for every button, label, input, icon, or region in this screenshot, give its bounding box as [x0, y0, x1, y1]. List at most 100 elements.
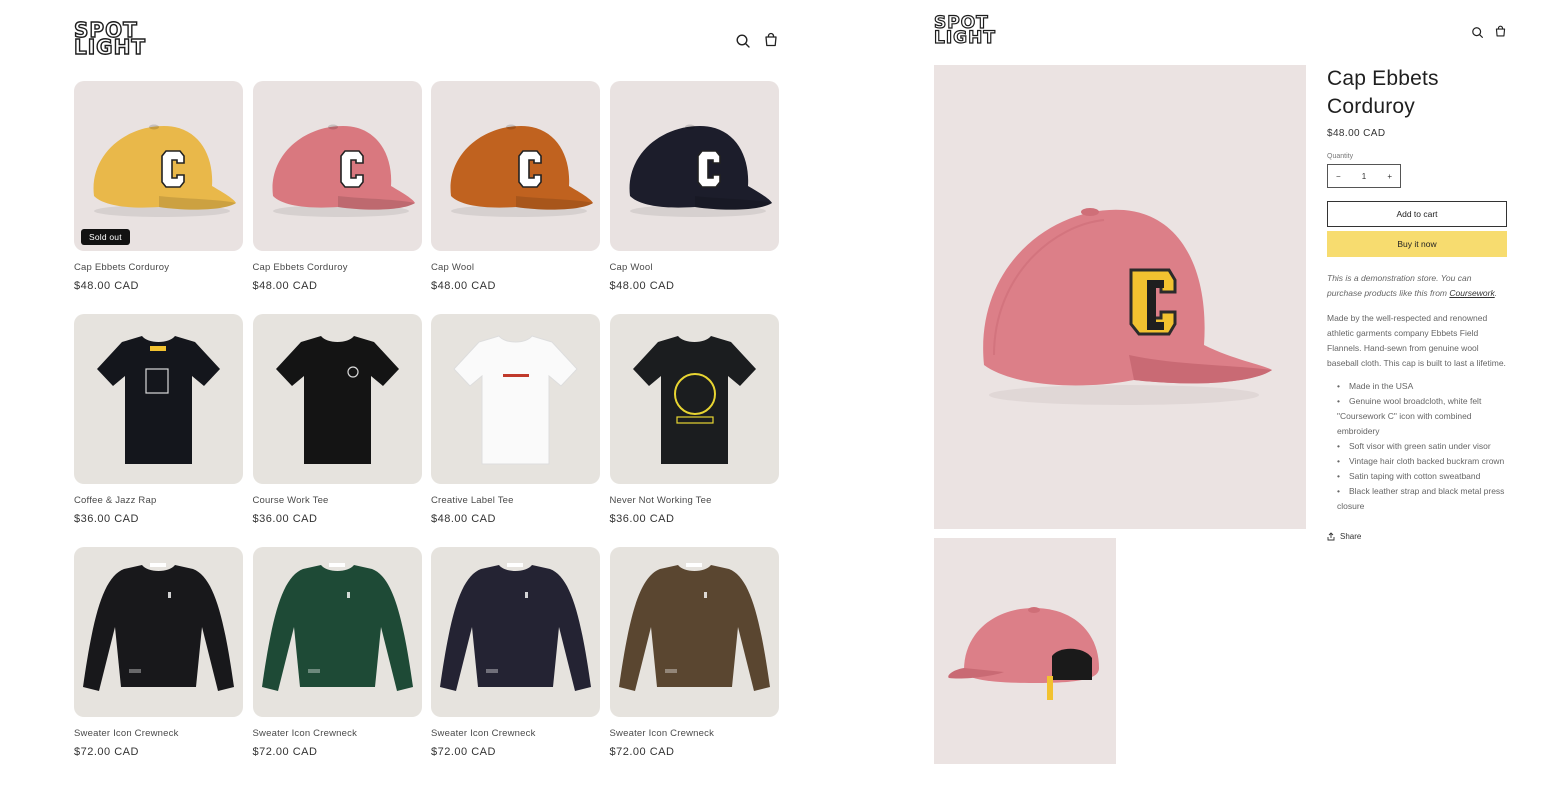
feature-text: Soft visor with green satin under visor: [1349, 441, 1491, 451]
product-image[interactable]: [609, 547, 779, 717]
tshirt-image: [275, 336, 399, 464]
product-card[interactable]: Cap Wool $48.00 CAD: [609, 81, 779, 314]
cap-image: [450, 124, 593, 217]
product-card[interactable]: Coffee & Jazz Rap $36.00 CAD: [74, 314, 243, 547]
product-image[interactable]: [609, 81, 779, 251]
demo-end: .: [1494, 288, 1498, 298]
product-image[interactable]: [74, 314, 243, 484]
product-title[interactable]: Creative Label Tee: [431, 495, 514, 506]
logo-line-2: LIGHT: [73, 35, 146, 60]
feature-text: Genuine wool broadcloth, white felt "Cou…: [1337, 396, 1482, 436]
product-card[interactable]: Creative Label Tee $48.00 CAD: [431, 314, 600, 547]
product-card[interactable]: Course Work Tee $36.00 CAD: [252, 314, 422, 547]
product-main-image[interactable]: [934, 65, 1306, 529]
quantity-label: Quantity: [1327, 153, 1354, 160]
demo-notice: This is a demonstration store. You can p…: [1327, 271, 1507, 301]
share-button[interactable]: Share: [1327, 532, 1507, 541]
feature-list-item: Soft visor with green satin under visor: [1337, 439, 1507, 454]
store-logo-product-page[interactable]: SPOT LIGHT: [933, 14, 996, 48]
buy-it-now-button[interactable]: Buy it now: [1327, 231, 1507, 257]
store-logo[interactable]: SPOT LIGHT: [73, 19, 146, 60]
coursework-link[interactable]: Coursework: [1449, 288, 1494, 298]
product-price: $72.00 CAD: [252, 746, 318, 758]
product-title[interactable]: Cap Ebbets Corduroy: [74, 262, 169, 273]
feature-text: Satin taping with cotton sweatband: [1349, 471, 1481, 481]
product-title[interactable]: Course Work Tee: [253, 495, 329, 506]
product-image[interactable]: [74, 547, 243, 717]
cap-image: [272, 124, 415, 217]
product-card[interactable]: Sweater Icon Crewneck $72.00 CAD: [74, 547, 243, 780]
product-card[interactable]: Cap Wool $48.00 CAD: [431, 81, 600, 314]
product-price: $48.00 CAD: [74, 280, 139, 292]
quantity-input[interactable]: 1: [1362, 172, 1366, 181]
product-price: $72.00 CAD: [609, 746, 675, 758]
product-card[interactable]: Sweater Icon Crewneck $72.00 CAD: [252, 547, 422, 780]
sweater-image: [261, 563, 413, 691]
product-card[interactable]: Sweater Icon Crewneck $72.00 CAD: [609, 547, 779, 780]
feature-text: Black leather strap and black metal pres…: [1337, 486, 1505, 511]
product-price: $36.00 CAD: [609, 513, 675, 525]
product-price: $72.00 CAD: [431, 746, 496, 758]
product-image[interactable]: [431, 547, 600, 717]
product-image[interactable]: [252, 314, 422, 484]
feature-list-item: Genuine wool broadcloth, white felt "Cou…: [1337, 394, 1507, 439]
quantity-increase-button[interactable]: +: [1387, 172, 1392, 181]
product-title[interactable]: Cap Ebbets Corduroy: [253, 262, 348, 273]
sold-out-badge: Sold out: [81, 229, 130, 245]
add-to-cart-button[interactable]: Add to cart: [1327, 201, 1507, 227]
product-title[interactable]: Sweater Icon Crewneck: [610, 728, 715, 739]
product-title[interactable]: Sweater Icon Crewneck: [253, 728, 358, 739]
cap-side-view-image: [983, 208, 1272, 405]
sweater-image: [618, 563, 770, 691]
quantity-stepper: − 1 +: [1327, 164, 1401, 188]
product-price: $48.00 CAD: [609, 280, 675, 292]
product-title[interactable]: Cap Wool: [431, 262, 474, 273]
tshirt-image: [632, 336, 756, 464]
product-image[interactable]: Sold out: [74, 81, 243, 251]
product-price: $48.00 CAD: [431, 513, 496, 525]
share-icon: [1327, 532, 1335, 541]
product-card[interactable]: Sweater Icon Crewneck $72.00 CAD: [431, 547, 600, 780]
product-card[interactable]: Sold out Cap Ebbets Corduroy $48.00 CAD: [74, 81, 243, 314]
product-title[interactable]: Cap Wool: [610, 262, 653, 273]
product-title[interactable]: Never Not Working Tee: [610, 495, 712, 506]
product-title[interactable]: Coffee & Jazz Rap: [74, 495, 156, 506]
feature-text: Made in the USA: [1349, 381, 1414, 391]
product-image[interactable]: [431, 314, 600, 484]
cap-image: [629, 124, 772, 217]
product-price: $48.00 CAD: [1327, 128, 1386, 139]
quantity-decrease-button[interactable]: −: [1336, 172, 1341, 181]
feature-list-item: Made in the USA: [1337, 379, 1507, 394]
product-image[interactable]: [252, 81, 422, 251]
product-image[interactable]: [609, 314, 779, 484]
sweater-image: [440, 563, 591, 691]
product-title[interactable]: Sweater Icon Crewneck: [431, 728, 536, 739]
product-info-panel: Cap Ebbets Corduroy $48.00 CAD Quantity …: [1327, 65, 1507, 541]
cap-image: [93, 124, 236, 217]
feature-list-item: Black leather strap and black metal pres…: [1337, 484, 1507, 514]
product-price: $72.00 CAD: [74, 746, 139, 758]
product-grid: Sold out Cap Ebbets Corduroy $48.00 CAD Ca…: [74, 81, 779, 780]
logo-line-2: LIGHT: [933, 27, 996, 48]
tshirt-image: [453, 335, 578, 465]
tshirt-image: [97, 336, 220, 464]
cart-icon[interactable]: [1494, 25, 1507, 38]
product-image[interactable]: [431, 81, 600, 251]
product-title[interactable]: Sweater Icon Crewneck: [74, 728, 179, 739]
search-icon[interactable]: [1471, 26, 1484, 39]
product-image[interactable]: [252, 547, 422, 717]
cap-back-view-image: [948, 607, 1099, 700]
cart-icon[interactable]: [763, 32, 779, 48]
product-price: $36.00 CAD: [252, 513, 318, 525]
product-price: $48.00 CAD: [252, 280, 318, 292]
product-thumbnail-back[interactable]: [934, 538, 1116, 764]
search-icon[interactable]: [735, 33, 751, 49]
product-description: Made by the well-respected and renowned …: [1327, 313, 1506, 368]
product-card[interactable]: Never Not Working Tee $36.00 CAD: [609, 314, 779, 547]
product-price: $36.00 CAD: [74, 513, 139, 525]
feature-text: Vintage hair cloth backed buckram crown: [1349, 456, 1505, 466]
product-card[interactable]: Cap Ebbets Corduroy $48.00 CAD: [252, 81, 422, 314]
product-price: $48.00 CAD: [431, 280, 496, 292]
share-label: Share: [1340, 532, 1362, 541]
sweater-image: [83, 563, 234, 691]
